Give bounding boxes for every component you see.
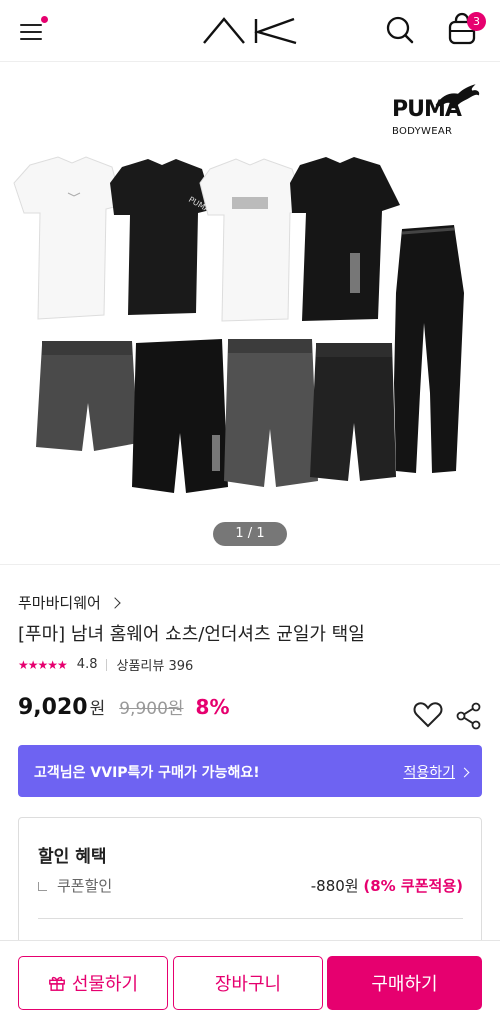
brand-store-label: 푸마바디웨어 (18, 594, 101, 612)
original-price: 9,900원 (119, 699, 184, 719)
product-title: [푸마] 남녀 홈웨어 쇼츠/언더셔츠 균일가 택일 (18, 624, 365, 645)
brand-store-link[interactable]: 푸마바디웨어 (18, 592, 121, 613)
coupon-note: (8% 쿠폰적용) (363, 877, 463, 895)
review-count-link[interactable]: 상품리뷰 396 (116, 655, 193, 674)
vvip-banner[interactable]: 고객님은 VVIP특가 구매가 가능해요! 적용하기 (18, 745, 482, 797)
divider (38, 918, 463, 919)
discount-rate: 8% (195, 695, 230, 719)
app-header: AK 3 (0, 0, 500, 62)
vvip-apply-label: 적용하기 (403, 765, 455, 781)
gift-button-label: 선물하기 (71, 974, 139, 995)
grey-shorts-1 (36, 341, 138, 451)
vvip-apply-link[interactable]: 적용하기 (403, 762, 470, 782)
product-photo: PUMA (13, 156, 464, 493)
black-pants (394, 225, 464, 473)
sale-price: 9,020 (18, 695, 88, 720)
menu-icon-line (20, 31, 42, 33)
white-tshirt-1 (13, 156, 123, 320)
image-pager: 1 / 1 (213, 522, 287, 546)
puma-brand-logo: PUMA BODYWEAR (392, 81, 484, 143)
rating-divider (106, 658, 108, 671)
gift-button[interactable]: 선물하기 (18, 956, 168, 1010)
coupon-label-wrap: 쿠폰할인 (38, 875, 112, 896)
black-shorts-2 (310, 343, 396, 481)
price-unit: 원 (89, 699, 106, 719)
cart-button[interactable]: 3 (446, 12, 486, 46)
black-shorts-1 (132, 339, 228, 493)
discount-title: 할인 혜택 (38, 847, 107, 867)
chevron-right-icon (109, 596, 121, 609)
bottom-action-bar: 선물하기 장바구니 구매하기 (0, 940, 500, 1023)
grey-shorts-2 (224, 339, 318, 487)
menu-button[interactable] (18, 16, 48, 44)
black-tshirt-1: PUMA (110, 159, 214, 315)
star-rating-icon: ★★★★★ (18, 657, 68, 672)
brand-name: PUMA (392, 97, 462, 122)
add-to-cart-button[interactable]: 장바구니 (173, 956, 323, 1010)
menu-icon-line (20, 38, 42, 40)
heart-icon[interactable] (413, 701, 443, 729)
indent-corner-icon (38, 882, 47, 891)
price-row: 9,020 원 9,900원 8% (18, 694, 230, 720)
buy-now-button[interactable]: 구매하기 (327, 956, 482, 1010)
brand-subtitle: BODYWEAR (392, 126, 453, 137)
search-icon[interactable] (384, 14, 416, 46)
rating-value: 4.8 (76, 657, 98, 672)
coupon-label: 쿠폰할인 (57, 877, 113, 895)
share-icon[interactable] (455, 702, 483, 730)
menu-icon (20, 24, 42, 26)
chevron-right-icon (459, 767, 470, 777)
ak-logo[interactable]: AK (202, 16, 298, 46)
notification-dot (41, 16, 48, 23)
rating-row[interactable]: ★★★★★ 4.8 상품리뷰 396 (18, 655, 193, 674)
gift-icon (48, 976, 65, 991)
vvip-message: 고객님은 VVIP특가 구매가 가능해요! (34, 765, 260, 781)
product-image-gallery[interactable]: PUMA BODYWEAR PUMA 1 / 1 (0, 63, 500, 565)
cart-count-badge: 3 (467, 12, 486, 31)
coupon-amount: -880원 (310, 877, 359, 895)
coupon-amount-wrap: -880원 (8% 쿠폰적용) (311, 875, 463, 896)
black-tshirt-2 (290, 157, 400, 321)
